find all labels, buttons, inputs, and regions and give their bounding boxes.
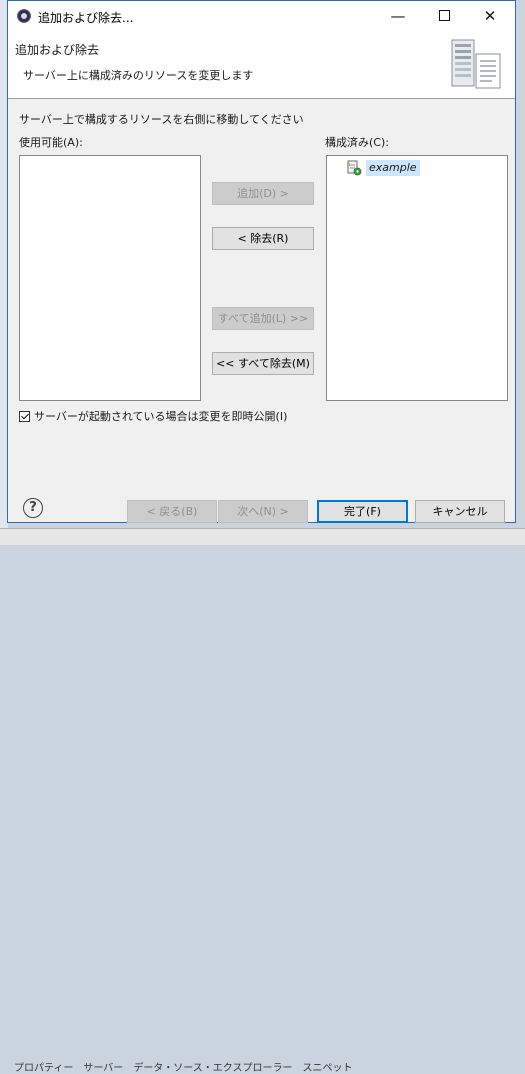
background-tab-snippets[interactable]: スニペット [303, 1059, 353, 1074]
window-title: 追加および除去... [38, 11, 134, 25]
remove-button[interactable]: < 除去(R) [212, 227, 314, 250]
wizard-header: 追加および除去 サーバー上に構成済みのリソースを変更します [8, 32, 515, 99]
maximize-button[interactable] [421, 1, 467, 32]
back-button[interactable]: < 戻る(B) [127, 500, 217, 523]
publish-immediately-option[interactable]: サーバーが起動されている場合は変更を即時公開(I) [19, 408, 287, 424]
eclipse-app-icon [17, 9, 31, 23]
background-view-tabs: プロパティー サーバー データ・ソース・エクスプローラー スニペット [14, 1059, 353, 1074]
add-all-button[interactable]: すべて追加(L) >> [212, 307, 314, 330]
configured-list[interactable]: example [326, 155, 508, 401]
background-tab-data-source-explorer[interactable]: データ・ソース・エクスプローラー [133, 1059, 292, 1074]
minimize-button[interactable]: — [375, 1, 421, 32]
list-item[interactable]: example [346, 159, 420, 176]
close-icon: ✕ [483, 7, 497, 25]
finish-button[interactable]: 完了(F) [317, 500, 408, 523]
server-banner-icon [451, 39, 501, 89]
list-item-label: example [366, 159, 420, 176]
add-remove-dialog: 追加および除去... — ✕ 追加および除去 サーバー上に構成済みのリソースを変… [7, 0, 516, 523]
background-status-strip: プロパティー サーバー データ・ソース・エクスプローラー スニペット [0, 528, 525, 1074]
title-bar[interactable]: 追加および除去... — ✕ [8, 1, 515, 32]
header-description: サーバー上に構成済みのリソースを変更します [23, 69, 254, 82]
configured-label: 構成済み(C): [325, 136, 389, 149]
background-tab-properties[interactable]: プロパティー [14, 1059, 73, 1074]
project-resource-icon [347, 160, 362, 175]
help-icon[interactable]: ? [23, 498, 43, 518]
cancel-button[interactable]: キャンセル [415, 500, 505, 523]
background-tab-servers[interactable]: サーバー [83, 1059, 123, 1074]
available-label: 使用可能(A): [19, 136, 83, 149]
remove-all-button[interactable]: << すべて除去(M) [212, 352, 314, 375]
available-list[interactable] [19, 155, 201, 401]
minimize-icon: — [390, 7, 406, 25]
maximize-icon [438, 9, 450, 21]
close-button[interactable]: ✕ [467, 1, 513, 32]
instruction-text: サーバー上で構成するリソースを右側に移動してください [19, 113, 304, 126]
add-button[interactable]: 追加(D) > [212, 182, 314, 205]
header-title: 追加および除去 [15, 43, 100, 57]
publish-immediately-checkbox[interactable] [19, 410, 30, 422]
next-button[interactable]: 次へ(N) > [218, 500, 308, 523]
publish-immediately-label[interactable]: サーバーが起動されている場合は変更を即時公開(I) [34, 408, 287, 424]
